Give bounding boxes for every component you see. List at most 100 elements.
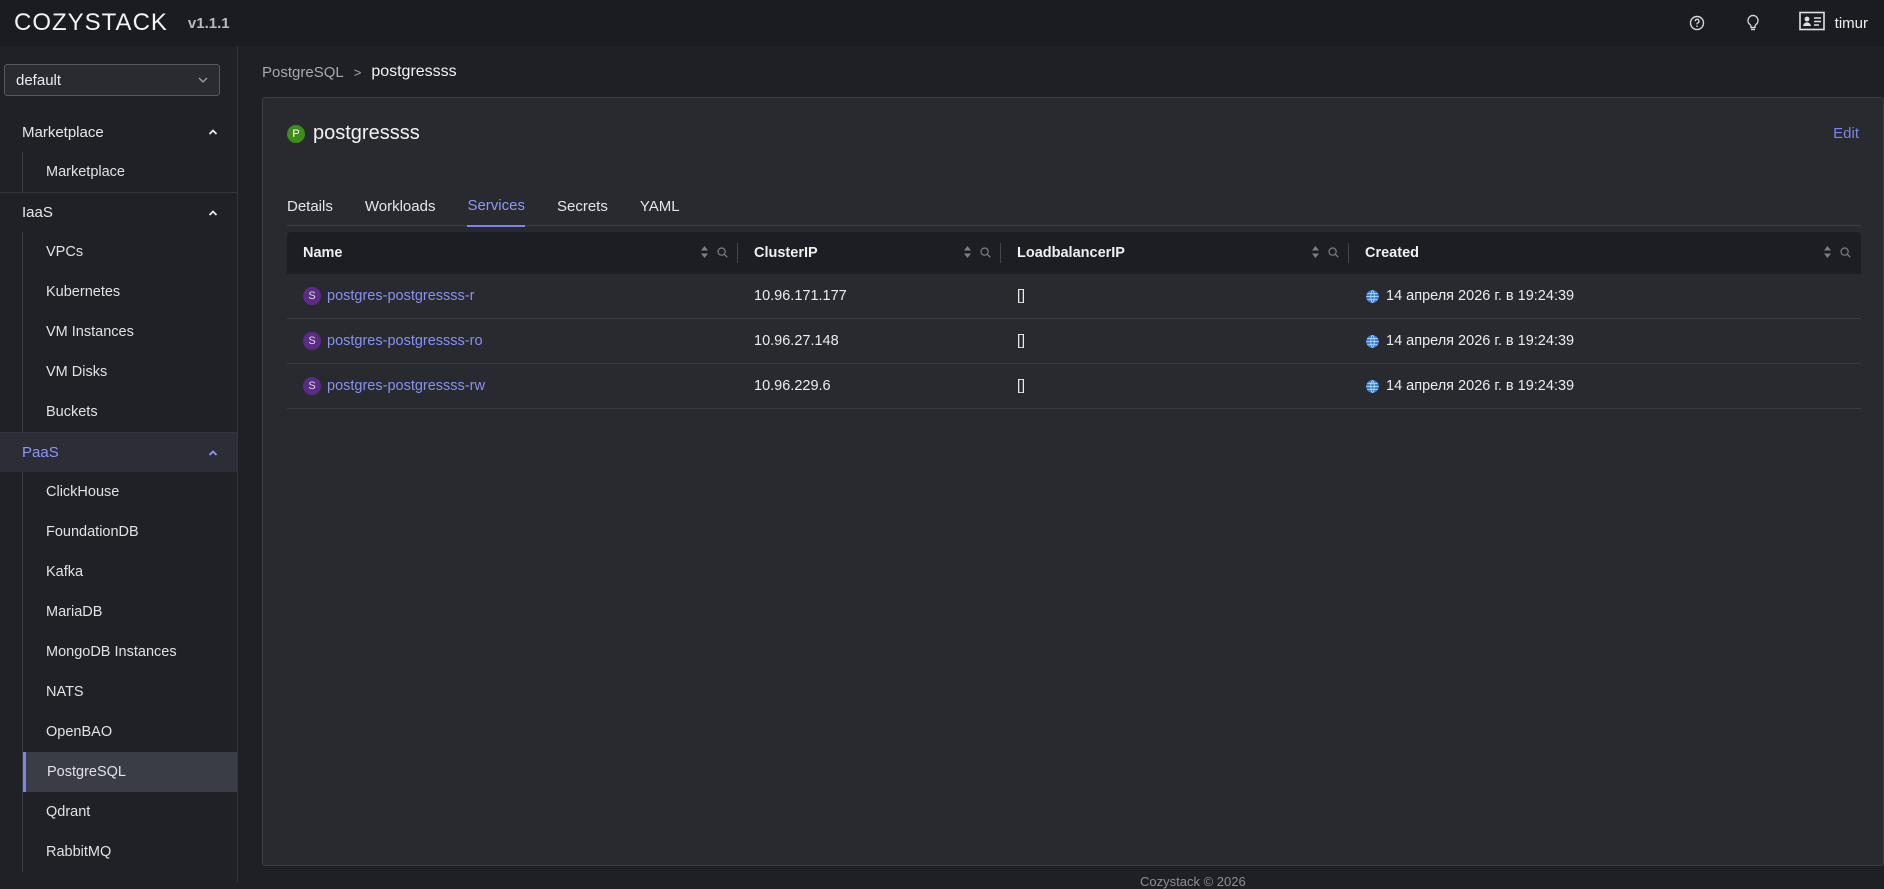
table-row: S postgres-postgressss-rw 10.96.229.6 []… (287, 364, 1861, 409)
sort-icon[interactable] (700, 245, 709, 263)
sidebar-item-rabbitmq[interactable]: RabbitMQ (23, 832, 237, 872)
sidebar-group-paas[interactable]: PaaS (0, 432, 237, 472)
search-icon[interactable] (1840, 246, 1851, 262)
chevron-down-icon (197, 73, 209, 90)
sidebar-group-marketplace[interactable]: Marketplace (0, 112, 237, 152)
sidebar-item-vm-instances[interactable]: VM Instances (23, 312, 237, 352)
services-table: Name ClusterIP LoadbalancerIP Created S … (287, 232, 1861, 409)
breadcrumb-link-postgresql[interactable]: PostgreSQL (262, 64, 344, 81)
sidebar-item-postgresql[interactable]: PostgreSQL (23, 752, 237, 792)
cell-name: S postgres-postgressss-r (287, 287, 738, 305)
search-icon[interactable] (980, 246, 991, 262)
sidebar-item-clickhouse[interactable]: ClickHouse (23, 472, 237, 512)
sidebar-subnav-paas: ClickHouse FoundationDB Kafka MariaDB Mo… (22, 472, 237, 872)
column-header-label: Created (1365, 245, 1419, 261)
tab-workloads[interactable]: Workloads (365, 185, 436, 227)
sidebar-item-buckets[interactable]: Buckets (23, 392, 237, 432)
sidebar-item-label: Kafka (46, 564, 84, 580)
tab-secrets[interactable]: Secrets (557, 185, 608, 227)
sort-icon[interactable] (1823, 245, 1832, 263)
sidebar-subnav-marketplace: Marketplace (22, 152, 237, 192)
sidebar-item-qdrant[interactable]: Qdrant (23, 792, 237, 832)
lightbulb-icon[interactable] (1743, 13, 1763, 33)
service-link[interactable]: postgres-postgressss-r (327, 288, 474, 304)
sidebar-nav: Marketplace Marketplace IaaS VPCs Kubern… (0, 112, 237, 872)
user-name: timur (1834, 14, 1868, 32)
sort-icon[interactable] (963, 245, 972, 263)
cell-name: S postgres-postgressss-rw (287, 377, 738, 395)
kind-badge: P (287, 124, 305, 143)
sidebar-item-label: ClickHouse (46, 484, 120, 500)
column-tools (700, 245, 728, 263)
chevron-up-icon (207, 206, 219, 223)
sidebar-item-kubernetes[interactable]: Kubernetes (23, 272, 237, 312)
namespace-value: default (16, 71, 62, 89)
sidebar-item-marketplace[interactable]: Marketplace (23, 152, 237, 192)
sidebar-item-mariadb[interactable]: MariaDB (23, 592, 237, 632)
sort-icon[interactable] (1311, 245, 1320, 263)
chevron-up-icon (207, 125, 219, 142)
sidebar-item-label: Kubernetes (46, 284, 121, 300)
tab-bar: Details Workloads Services Secrets YAML (287, 184, 1861, 227)
service-kind-badge: S (303, 377, 321, 395)
service-link[interactable]: postgres-postgressss-ro (327, 333, 483, 349)
brand-logo[interactable]: COZYSTACK (14, 9, 168, 37)
sidebar-subnav-iaas: VPCs Kubernetes VM Instances VM Disks Bu… (22, 232, 237, 432)
sidebar-item-nats[interactable]: NATS (23, 672, 237, 712)
sidebar-item-vm-disks[interactable]: VM Disks (23, 352, 237, 392)
top-bar: COZYSTACK v1.1.1 timur (0, 0, 1884, 46)
sidebar-group-label: Marketplace (22, 123, 104, 141)
sidebar-item-mongodb-instances[interactable]: MongoDB Instances (23, 632, 237, 672)
sidebar: default Marketplace Marketplace IaaS VPC… (0, 46, 238, 882)
cell-created: 14 апреля 2026 г. в 19:24:39 (1349, 288, 1861, 304)
sidebar-item-label: RabbitMQ (46, 844, 112, 860)
table-row: S postgres-postgressss-r 10.96.171.177 [… (287, 274, 1861, 319)
sidebar-item-label: VPCs (46, 244, 84, 260)
cell-name: S postgres-postgressss-ro (287, 332, 738, 350)
cell-loadbalancerip: [] (1017, 378, 1026, 394)
tab-yaml[interactable]: YAML (640, 185, 680, 227)
user-card-icon (1798, 11, 1825, 36)
search-icon[interactable] (717, 246, 728, 262)
table-header: Name ClusterIP LoadbalancerIP Created (287, 232, 1861, 274)
cell-created: 14 апреля 2026 г. в 19:24:39 (1349, 378, 1861, 394)
column-tools (963, 245, 991, 263)
column-tools (1311, 245, 1339, 263)
sidebar-item-label: MongoDB Instances (46, 644, 177, 660)
cell-clusterip: 10.96.171.177 (754, 288, 847, 304)
sidebar-item-vpcs[interactable]: VPCs (23, 232, 237, 272)
resource-card: P postgressss Edit Details Workloads Ser… (262, 97, 1884, 866)
sidebar-item-label: Buckets (46, 404, 98, 420)
page-title: P postgressss (287, 122, 420, 145)
breadcrumb-separator: > (353, 64, 362, 80)
tab-services[interactable]: Services (467, 185, 525, 227)
service-link[interactable]: postgres-postgressss-rw (327, 378, 485, 394)
sidebar-group-iaas[interactable]: IaaS (0, 192, 237, 232)
column-header-loadbalancerip[interactable]: LoadbalancerIP (1001, 232, 1349, 274)
column-header-name[interactable]: Name (287, 232, 738, 274)
column-header-clusterip[interactable]: ClusterIP (738, 232, 1001, 274)
sidebar-item-foundationdb[interactable]: FoundationDB (23, 512, 237, 552)
help-icon[interactable] (1687, 13, 1707, 33)
top-bar-actions: timur (1651, 0, 1868, 46)
sidebar-group-label: IaaS (22, 204, 53, 221)
sidebar-item-label: VM Instances (46, 324, 134, 340)
sidebar-item-openbao[interactable]: OpenBAO (23, 712, 237, 752)
search-icon[interactable] (1328, 246, 1339, 262)
user-menu[interactable]: timur (1798, 11, 1868, 36)
column-header-created[interactable]: Created (1349, 232, 1861, 274)
namespace-select[interactable]: default (4, 64, 220, 96)
sidebar-item-kafka[interactable]: Kafka (23, 552, 237, 592)
breadcrumb-current: postgressss (371, 63, 457, 80)
column-header-label: Name (303, 245, 343, 261)
cell-clusterip: 10.96.229.6 (754, 378, 831, 394)
service-kind-badge: S (303, 287, 321, 305)
edit-button[interactable]: Edit (1833, 125, 1859, 142)
tab-details[interactable]: Details (287, 185, 333, 227)
sidebar-item-label: Qdrant (46, 804, 91, 820)
sidebar-item-label: OpenBAO (46, 724, 113, 740)
sidebar-item-label: MariaDB (46, 604, 103, 620)
globe-icon (1365, 334, 1380, 349)
version-label: v1.1.1 (187, 14, 230, 32)
column-header-label: ClusterIP (754, 245, 818, 261)
